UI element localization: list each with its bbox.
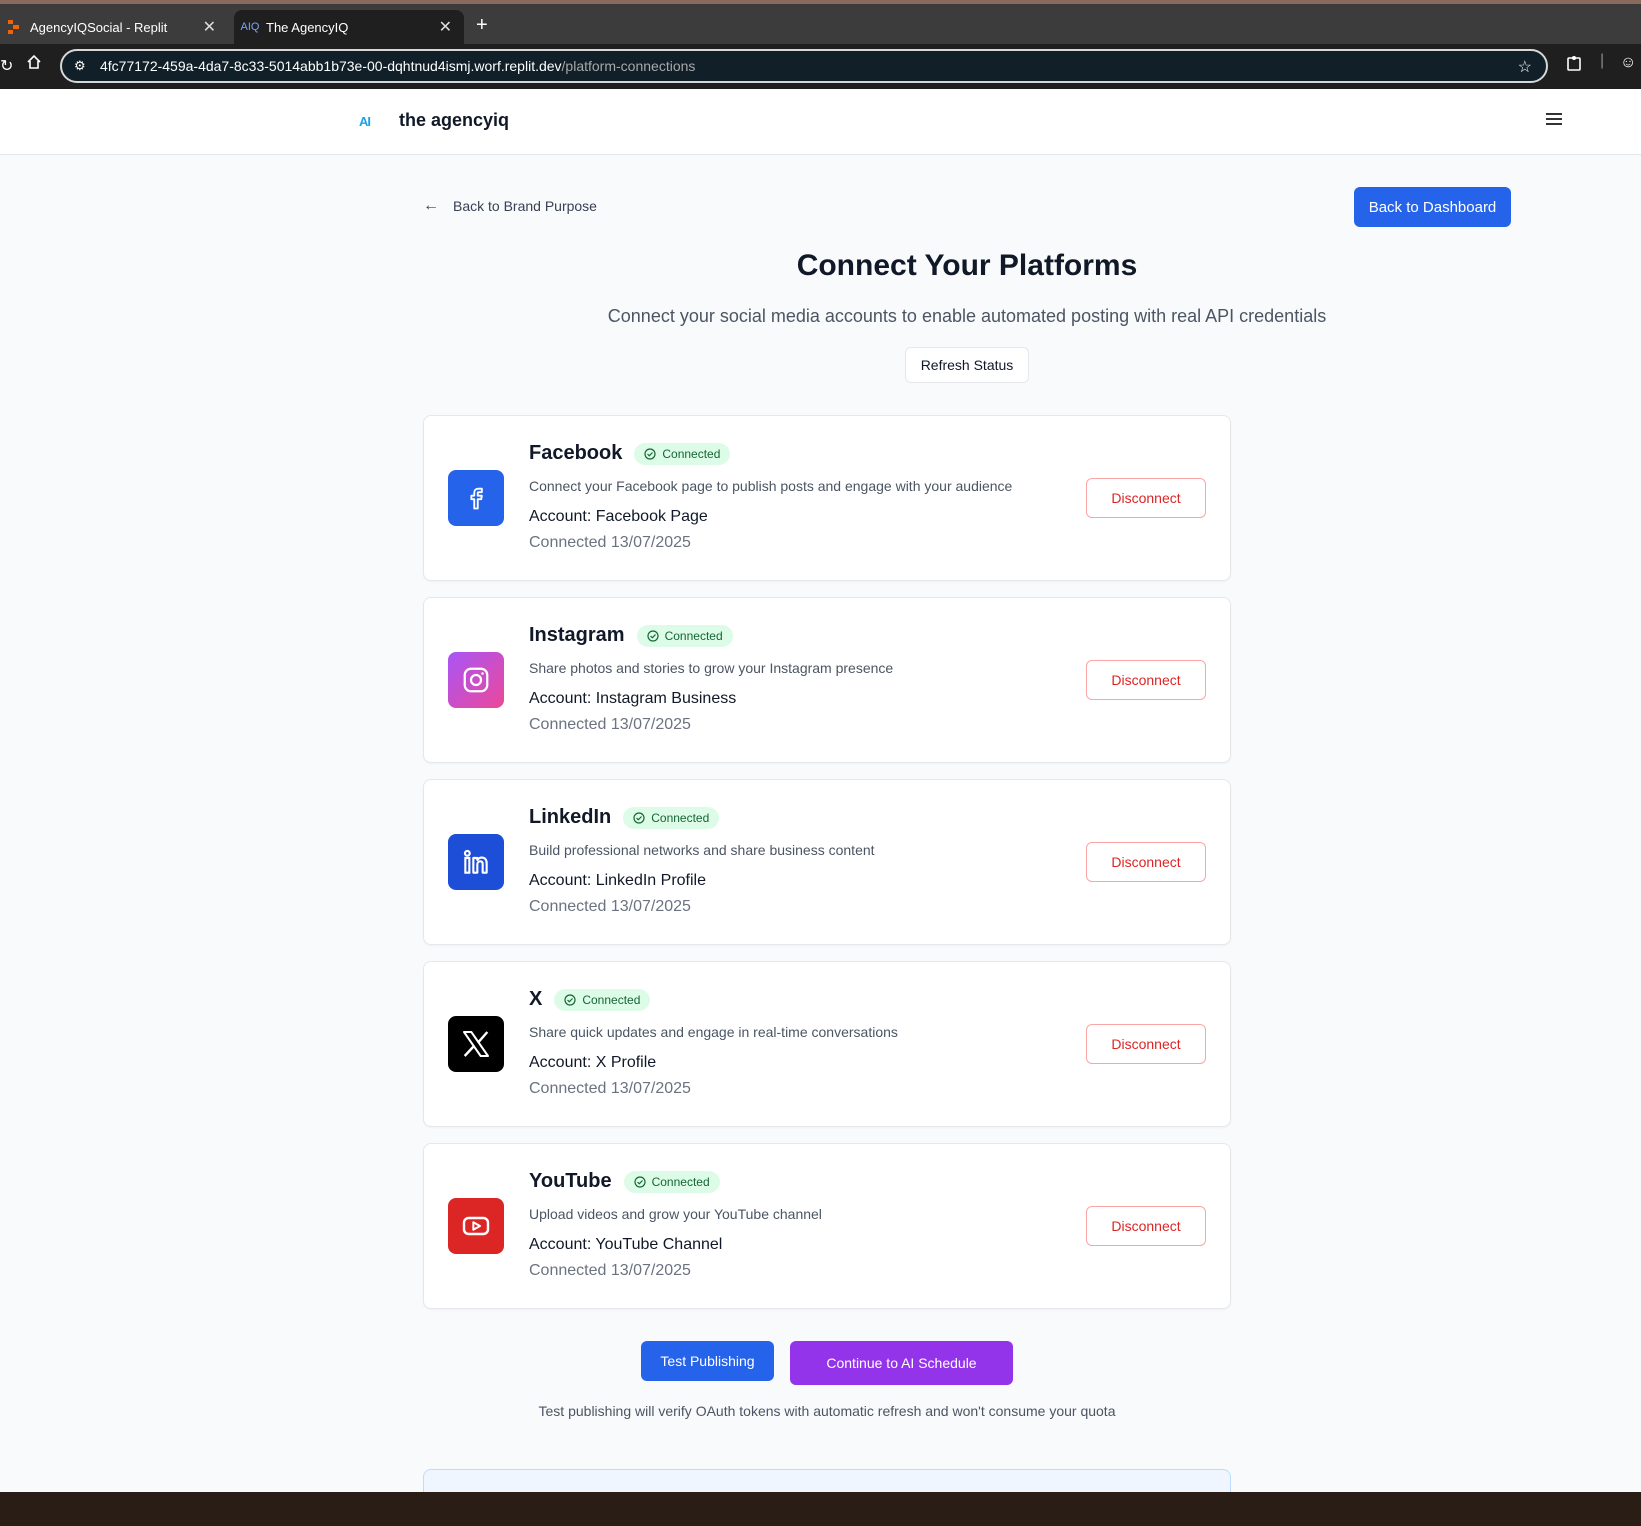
disconnect-facebook-button[interactable]: Disconnect bbox=[1086, 478, 1206, 518]
back-to-brand-purpose-link[interactable]: ← Back to Brand Purpose bbox=[423, 197, 597, 215]
platform-connected-date: Connected 13/07/2025 bbox=[529, 1262, 691, 1279]
status-badge: Connected bbox=[554, 988, 651, 1011]
status-badge: Connected bbox=[623, 1170, 720, 1193]
app-header: AI the agencyiq bbox=[0, 89, 1641, 155]
platform-name: X Connected bbox=[529, 988, 651, 1011]
x-logo-icon bbox=[448, 1016, 504, 1072]
replit-icon bbox=[6, 19, 22, 35]
page-subtitle: Connect your social media accounts to en… bbox=[607, 306, 1327, 326]
check-circle-icon bbox=[564, 993, 576, 1006]
check-circle-icon bbox=[633, 1175, 646, 1188]
platform-description: Share quick updates and engage in real-t… bbox=[529, 1024, 898, 1040]
platform-description: Build professional networks and share bu… bbox=[529, 842, 875, 858]
arrow-left-icon: ← bbox=[423, 197, 439, 214]
platform-name: LinkedIn Connected bbox=[529, 806, 720, 829]
platform-name-text: LinkedIn bbox=[529, 806, 612, 828]
browser-tab-agencyiq[interactable]: AIQ The AgencyIQ ✕ bbox=[234, 10, 464, 44]
platform-name-text: YouTube bbox=[529, 1170, 612, 1192]
back-to-dashboard-button[interactable]: Back to Dashboard bbox=[1354, 187, 1511, 227]
check-circle-icon bbox=[633, 811, 645, 824]
close-tab-icon[interactable]: ✕ bbox=[439, 17, 452, 37]
continue-to-ai-schedule-button[interactable]: Continue to AI Schedule bbox=[790, 1341, 1013, 1385]
platform-account: Account: X Profile bbox=[529, 1054, 657, 1071]
status-text: Connected bbox=[651, 1174, 710, 1189]
platform-name-text: Facebook bbox=[529, 442, 623, 464]
bookmark-star-icon[interactable]: ☆ bbox=[1518, 57, 1532, 77]
browser-tab-bar: AgencyIQSocial - Replit ✕ AIQ The Agency… bbox=[0, 0, 1641, 44]
logo-icon[interactable]: AI bbox=[359, 114, 371, 129]
tab-label: The AgencyIQ bbox=[266, 19, 349, 35]
check-circle-icon bbox=[646, 629, 659, 642]
platform-account: Account: Facebook Page bbox=[529, 508, 708, 525]
platform-card-x: X Connected Share quick updates and enga… bbox=[423, 961, 1231, 1127]
platform-account: Account: LinkedIn Profile bbox=[529, 872, 706, 889]
status-badge: Connected bbox=[623, 806, 720, 829]
platform-name: YouTube Connected bbox=[529, 1170, 720, 1193]
browser-tab-replit[interactable]: AgencyIQSocial - Replit ✕ bbox=[0, 10, 228, 44]
refresh-status-button[interactable]: Refresh Status bbox=[905, 347, 1029, 383]
agencyiq-icon: AIQ bbox=[240, 21, 260, 33]
logo-text[interactable]: the agencyiq bbox=[399, 110, 509, 131]
status-badge: Connected bbox=[636, 624, 733, 647]
platform-card-instagram: Instagram Connected Share photos and sto… bbox=[423, 597, 1231, 763]
url-host: 4fc77172-459a-4da7-8c33-5014abb1b73e-00-… bbox=[100, 58, 562, 74]
status-text: Connected bbox=[582, 992, 641, 1007]
check-circle-icon bbox=[644, 447, 656, 460]
site-settings-icon[interactable]: ⚙ bbox=[74, 58, 86, 74]
platform-description: Share photos and stories to grow your In… bbox=[529, 660, 894, 676]
platform-account: Account: YouTube Channel bbox=[529, 1236, 723, 1253]
disconnect-linkedin-button[interactable]: Disconnect bbox=[1086, 842, 1206, 882]
tab-label: AgencyIQSocial - Replit bbox=[30, 19, 168, 35]
platform-description: Connect your Facebook page to publish po… bbox=[529, 478, 1013, 494]
page-title: Connect Your Platforms bbox=[796, 249, 1138, 282]
platform-connected-date: Connected 13/07/2025 bbox=[529, 716, 691, 733]
platform-connected-date: Connected 13/07/2025 bbox=[529, 534, 691, 551]
platform-card-youtube: YouTube Connected Upload videos and grow… bbox=[423, 1143, 1231, 1309]
platform-description: Upload videos and grow your YouTube chan… bbox=[529, 1206, 822, 1222]
disconnect-instagram-button[interactable]: Disconnect bbox=[1086, 660, 1206, 700]
platform-name-text: Instagram bbox=[529, 624, 625, 646]
hamburger-menu-icon[interactable] bbox=[1546, 113, 1562, 127]
platform-name: Instagram Connected bbox=[529, 624, 733, 647]
platform-card-linkedin: LinkedIn Connected Build professional ne… bbox=[423, 779, 1231, 945]
status-text: Connected bbox=[662, 446, 721, 461]
instagram-icon bbox=[448, 652, 504, 708]
disconnect-youtube-button[interactable]: Disconnect bbox=[1086, 1206, 1206, 1246]
toolbar-divider: | bbox=[1600, 52, 1605, 69]
facebook-icon bbox=[448, 470, 504, 526]
address-bar: ↻ ⚙ 4fc77172-459a-4da7-8c33-5014abb1b73e… bbox=[0, 44, 1641, 89]
status-text: Connected bbox=[664, 628, 723, 643]
platform-connected-date: Connected 13/07/2025 bbox=[529, 1080, 691, 1097]
platform-card-facebook: Facebook Connected Connect your Facebook… bbox=[423, 415, 1231, 581]
disconnect-x-button[interactable]: Disconnect bbox=[1086, 1024, 1206, 1064]
reload-icon[interactable]: ↻ bbox=[0, 56, 13, 76]
profile-icon[interactable]: ☺ bbox=[1620, 54, 1636, 72]
close-tab-icon[interactable]: ✕ bbox=[203, 17, 216, 37]
platform-connected-date: Connected 13/07/2025 bbox=[529, 898, 691, 915]
extensions-icon[interactable] bbox=[1566, 54, 1584, 77]
platform-name-text: X bbox=[529, 988, 543, 1010]
platform-account: Account: Instagram Business bbox=[529, 690, 737, 707]
url-path: /platform-connections bbox=[561, 58, 696, 74]
linkedin-icon bbox=[448, 834, 504, 890]
youtube-icon bbox=[448, 1198, 504, 1254]
test-publishing-note: Test publishing will verify OAuth tokens… bbox=[538, 1403, 1116, 1419]
new-tab-icon[interactable]: + bbox=[476, 14, 488, 37]
test-publishing-button[interactable]: Test Publishing bbox=[641, 1341, 774, 1381]
status-text: Connected bbox=[651, 810, 710, 825]
url-input[interactable]: ⚙ 4fc77172-459a-4da7-8c33-5014abb1b73e-0… bbox=[60, 49, 1548, 83]
info-panel bbox=[423, 1469, 1231, 1492]
platform-name: Facebook Connected bbox=[529, 442, 731, 465]
home-icon[interactable] bbox=[26, 54, 42, 75]
status-badge: Connected bbox=[634, 442, 731, 465]
page-content: AI the agencyiq ← Back to Brand Purpose … bbox=[0, 89, 1641, 1492]
back-link-label: Back to Brand Purpose bbox=[453, 198, 597, 214]
